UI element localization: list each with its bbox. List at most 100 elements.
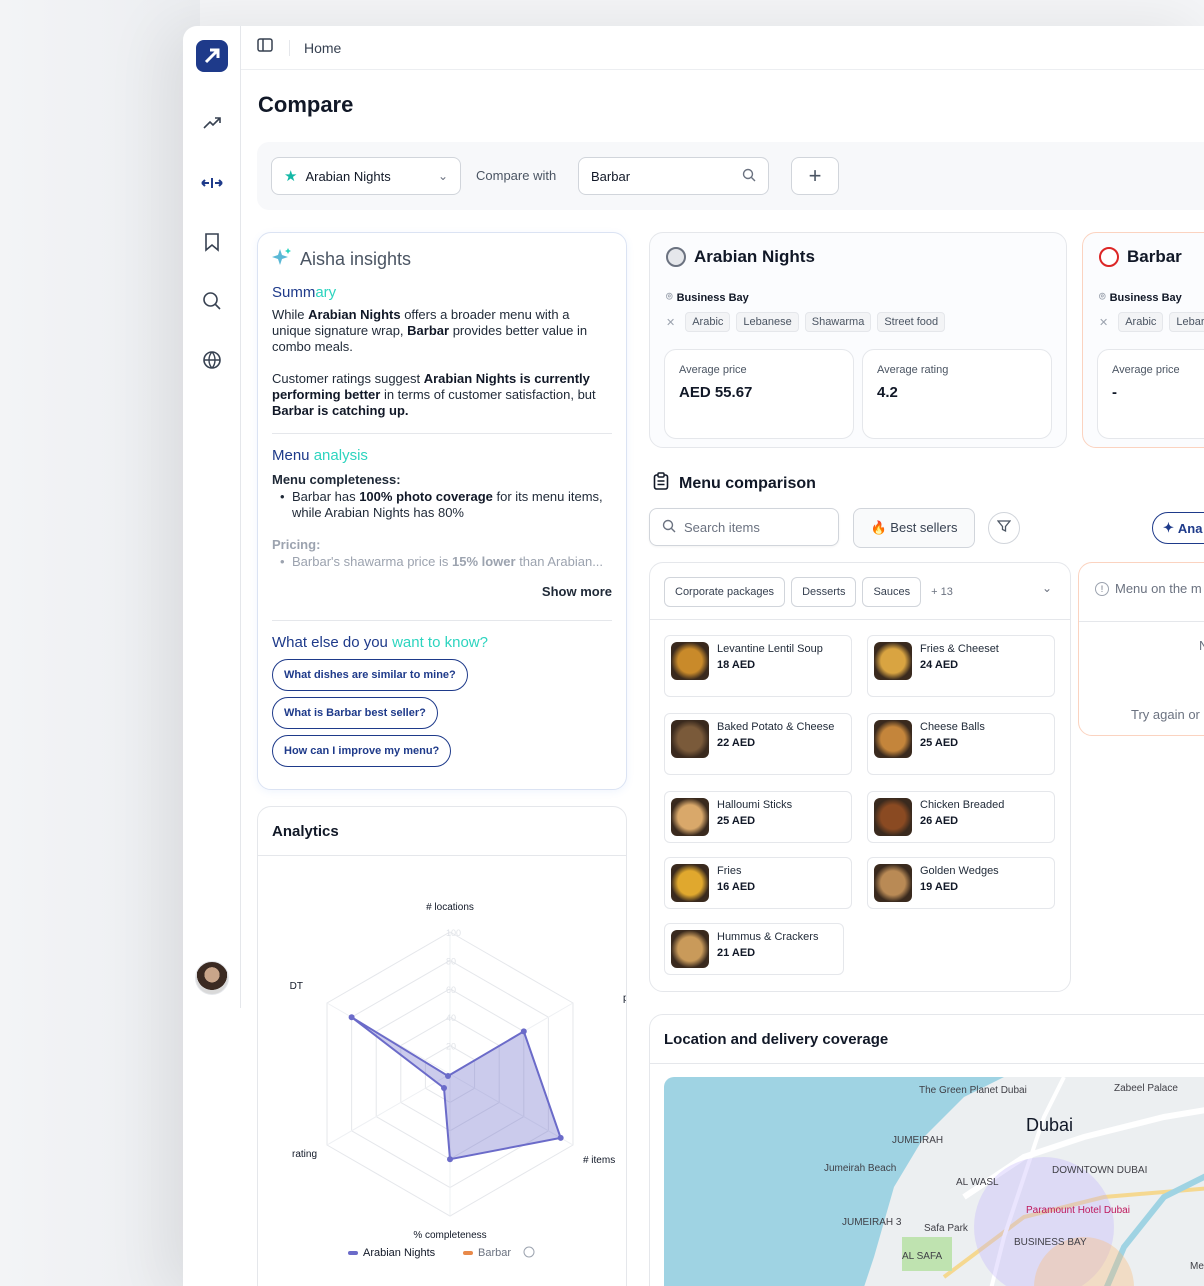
menu-item-price: 21 AED [717,947,756,959]
compare-icon[interactable] [200,171,224,195]
menu-item-card[interactable]: Cheese Balls 25 AED [867,713,1055,775]
menu-item-name: Golden Wedges [920,865,999,877]
menu-comparison-title: Menu comparison [653,472,816,495]
location-title: Location and delivery coverage [664,1031,889,1048]
star-icon: ★ [284,168,298,185]
menu-item-card[interactable]: Baked Potato & Cheese 22 AED [664,713,852,775]
search-icon[interactable] [200,289,224,313]
app-logo[interactable] [196,40,228,72]
globe-icon[interactable] [200,348,224,372]
menu-item-card[interactable]: Fries 16 AED [664,857,852,909]
show-more-button[interactable]: Show more [272,584,612,600]
restaurant-logo-icon [666,247,686,267]
pricing-item: Barbar's shawarma price is 15% lower tha… [272,554,612,570]
menu-item-card[interactable]: Fries & Cheeset 24 AED [867,635,1055,697]
bookmark-icon[interactable] [200,230,224,254]
radar-tick-label: 60 [446,985,456,995]
restaurant-card-barbar: Barbar ⌾ Business Bay ✕ Arabic Lebar Ave… [1082,232,1204,448]
menu-item-photo [874,864,912,902]
divider [650,1063,1204,1064]
menu-item-card[interactable]: Halloumi Sticks 25 AED [664,791,852,843]
menu-item-card[interactable]: Golden Wedges 19 AED [867,857,1055,909]
question-chip[interactable]: What is Barbar best seller? [272,697,438,729]
insights-title-text: Aisha insights [300,249,412,269]
cuisine-tag: Street food [877,312,946,332]
questions-heading: What else do you want to know? [272,634,488,651]
sparkle-icon: ✦ [1163,520,1174,535]
map-label: Jumeirah Beach [824,1163,897,1174]
page-title: Compare [258,92,354,117]
menu-item-price: 22 AED [717,737,756,749]
chevron-down-icon[interactable]: ⌄ [1042,581,1052,595]
location-card: Location and delivery coverage The Green… [649,1014,1204,1286]
menu-item-photo [874,720,912,758]
map[interactable]: The Green Planet Dubai Dubai JUMEIRAH Ju… [664,1077,1204,1286]
menu-search-placeholder: Search items [684,519,760,535]
menu-panel-arabian-nights: Corporate packages Desserts Sauces + 13 … [649,562,1071,992]
restaurant-select[interactable]: ★ Arabian Nights ⌄ [271,157,461,195]
user-avatar[interactable] [195,961,229,995]
divider [272,620,612,621]
text-run: Barbar [407,323,450,338]
category-chip[interactable]: Sauces [862,577,922,607]
category-chip[interactable]: Corporate packages [664,577,786,607]
menu-item-photo [874,798,912,836]
menu-item-card[interactable]: Hummus & Crackers 21 AED [664,923,844,975]
map-label: BUSINESS BAY [1014,1237,1087,1248]
legend-swatch [463,1251,473,1255]
restaurant-name: Barbar [1099,247,1182,267]
breadcrumb-home[interactable]: Home [289,39,341,56]
map-label: Meyd and D [1190,1261,1204,1272]
category-chip[interactable]: Desserts [791,577,857,607]
compare-bar: ★ Arabian Nights ⌄ Compare with Barbar + [257,142,1204,210]
menu-item-card[interactable]: Levantine Lentil Soup 18 AED [664,635,852,697]
menu-item-name: Hummus & Crackers [717,931,819,943]
add-compare-button[interactable]: + [791,157,839,195]
text-run: Customer ratings suggest [272,371,424,386]
restaurant-logo-icon [1099,247,1119,267]
filter-button[interactable] [988,512,1020,544]
menu-search-input[interactable]: Search items [649,508,839,546]
menu-item-photo [874,642,912,680]
radar-axis-line [326,1073,451,1146]
insights-title: Aisha insights [272,247,411,272]
question-chip[interactable]: What dishes are similar to mine? [272,659,468,691]
radar-data-point [441,1085,447,1091]
menu-item-price: 26 AED [920,815,959,827]
category-chips: Corporate packages Desserts Sauces + 13 [664,577,953,607]
compare-with-value: Barbar [591,168,631,184]
menu-empty-hint: Try again or [1131,707,1200,722]
cutlery-icon: ✕ [666,316,676,329]
map-label: JUMEIRAH [892,1135,944,1146]
divider [258,855,626,856]
restaurant-name: Arabian Nights [666,247,815,267]
menu-item-photo [671,798,709,836]
menu-item-name: Cheese Balls [920,721,985,733]
restaurant-card-arabian-nights: Arabian Nights ⌾ Business Bay ✕ Arabic L… [649,232,1067,448]
cuisine-tags: ✕ Arabic Lebar [1099,312,1204,332]
text-run: than Arabian... [515,554,604,569]
sidebar [183,26,241,1008]
filter-icon [996,519,1012,538]
best-sellers-button[interactable]: 🔥 Best sellers [853,508,975,548]
trending-icon[interactable] [200,112,224,136]
analyze-button[interactable]: ✦ Ana [1152,512,1204,544]
radar-axis-label: DT [290,981,303,992]
radar-axis-label: price [623,993,626,1004]
search-icon [662,519,676,536]
background [0,0,200,1286]
radar-chart: 20 40 60 80 100 # locations price # items % comp… [290,902,626,1259]
menu-item-card[interactable]: Chicken Breaded 26 AED [867,791,1055,843]
menu-empty-message: N [1199,638,1204,653]
menu-item-photo [671,720,709,758]
summary-paragraph-2: Customer ratings suggest Arabian Nights … [272,371,612,419]
average-rating-stat: Average rating 4.2 [862,349,1052,439]
suggested-questions: What dishes are similar to mine? What is… [272,653,612,767]
radar-axis-label: % completeness [413,1230,486,1241]
more-categories[interactable]: + 13 [927,586,953,598]
sidebar-toggle-icon[interactable] [257,38,273,57]
menu-item-price: 19 AED [920,881,959,893]
question-chip[interactable]: How can I improve my menu? [272,735,452,767]
menu-item-price: 16 AED [717,881,756,893]
compare-with-input[interactable]: Barbar [578,157,769,195]
